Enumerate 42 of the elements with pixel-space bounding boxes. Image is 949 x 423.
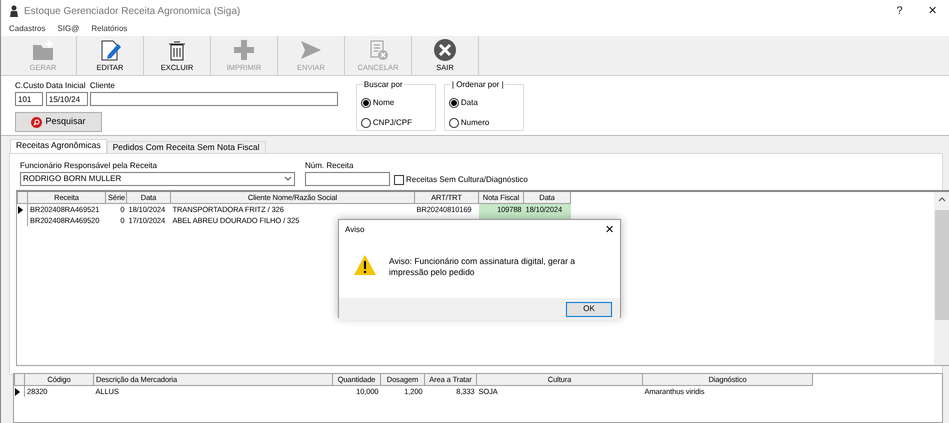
close-button[interactable]: ✕ (605, 222, 614, 238)
group-title: Buscar por (362, 79, 404, 91)
radio-option[interactable]: Nome (360, 93, 431, 113)
close-button[interactable]: ✕ (916, 2, 949, 20)
input-field[interactable] (305, 172, 390, 186)
dropdown[interactable]: RODRIGO BORN MULLER (20, 172, 295, 186)
folder-plus-icon (31, 38, 55, 62)
tab[interactable]: Pedidos Com Receita Sem Nota Fiscal (106, 141, 266, 153)
group-title: | Ordenar por | (450, 79, 505, 91)
chevron-down-icon (284, 176, 292, 182)
field-label: Funcionário Responsável pela Receita (20, 160, 158, 172)
field-label: Data Inicial (46, 80, 86, 92)
input-field[interactable] (90, 92, 338, 106)
menu-item[interactable]: Relatórios (91, 23, 128, 35)
checkbox[interactable]: Receitas Sem Cultura/Diagnóstico (394, 174, 528, 186)
scrollbar-thumb[interactable] (935, 210, 949, 320)
send-icon (299, 38, 323, 62)
close-icon (433, 38, 457, 62)
window-title: Estoque Gerenciador Receita Agronomica (Siga) (24, 4, 242, 18)
menu-item[interactable]: Cadastros (9, 23, 46, 35)
row-pointer-icon (18, 206, 22, 214)
radio-option[interactable]: Data (448, 93, 519, 113)
field-label: Núm. Receita (305, 160, 354, 172)
ok-button[interactable]: OK (566, 302, 612, 316)
radio-option[interactable]: Numero (448, 113, 519, 133)
search-button[interactable]: Pesquisar (15, 112, 102, 132)
input-field[interactable]: 101 (15, 92, 43, 106)
input-field[interactable]: 15/10/24 (46, 92, 88, 106)
scrollbar[interactable] (934, 192, 949, 365)
dialog-title: Aviso (345, 224, 364, 236)
row-pointer-icon (14, 388, 20, 396)
menu-item[interactable]: SIG@ (57, 23, 80, 35)
tab[interactable]: Receitas Agronômicas (10, 139, 107, 153)
field-label: C.Custo (15, 80, 44, 92)
warning-icon (353, 254, 377, 276)
app-icon (9, 4, 19, 17)
field-label: Cliente (90, 80, 116, 92)
radio-option[interactable]: CNPJ/CPF (360, 113, 431, 133)
dialog-message: Aviso: Funcionário com assinatura digital, gerar a impressão pelo pedido (389, 256, 576, 278)
cross-icon (232, 38, 256, 62)
search-icon (31, 116, 42, 128)
help-button[interactable]: ? (883, 2, 916, 20)
